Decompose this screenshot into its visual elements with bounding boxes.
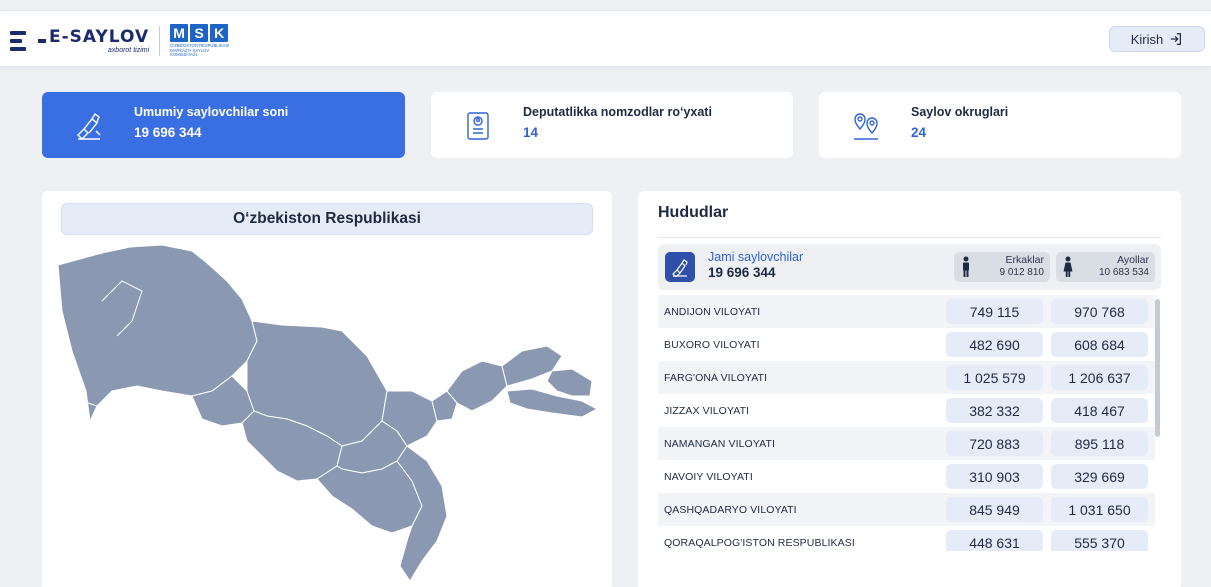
regions-divider: [658, 237, 1161, 238]
region-female-value: 555 370: [1051, 530, 1148, 551]
e-saylov-logo[interactable]: E-SAYLOV axborot tizimi M S K O'ZBEKISTO…: [10, 23, 232, 59]
total-value: 19 696 344: [708, 265, 776, 280]
voter-hand-icon: [77, 112, 101, 140]
stat-card-districts[interactable]: Saylov okruglari 24: [819, 92, 1181, 158]
region-female-value: 608 684: [1051, 332, 1148, 357]
region-female-value: 895 118: [1051, 431, 1148, 456]
male-total-box: Erkaklar 9 012 810: [954, 252, 1050, 282]
region-row-namangan[interactable]: NAMANGAN VILOYATI 720 883 895 118: [658, 427, 1155, 460]
region-row-qashqadaryo[interactable]: QASHQADARYO VILOYATI 845 949 1 031 650: [658, 493, 1155, 526]
male-icon: [963, 256, 969, 277]
female-total-box: Ayollar 10 683 534: [1056, 252, 1155, 282]
region-male-value: 845 949: [946, 497, 1043, 522]
stat-value: 24: [911, 124, 927, 140]
map-panel: O‘zbekiston Respublikasi: [42, 191, 612, 587]
map-region-andijon[interactable]: [546, 368, 593, 397]
region-name: ANDIJON VILOYATI: [664, 305, 761, 318]
top-header: E-SAYLOV axborot tizimi M S K O'ZBEKISTO…: [0, 10, 1211, 66]
region-male-value: 382 332: [946, 398, 1043, 423]
voter-hand-icon: [672, 259, 688, 277]
stat-card-voters[interactable]: Umumiy saylovchilar soni 19 696 344: [42, 92, 405, 158]
regions-list[interactable]: ANDIJON VILOYATI 749 115 970 768 BUXORO …: [658, 295, 1155, 551]
total-icon-box: [665, 252, 695, 282]
login-button[interactable]: Kirish: [1109, 26, 1205, 52]
stat-label: Umumiy saylovchilar soni: [134, 104, 289, 119]
region-row-fargona[interactable]: FARG'ONA VILOYATI 1 025 579 1 206 637: [658, 361, 1155, 394]
region-female-value: 970 768: [1051, 299, 1148, 324]
logo-divider: [159, 26, 161, 56]
region-row-qoraqalpogiston[interactable]: QORAQALPOG'ISTON RESPUBLIKASI 448 631 55…: [658, 526, 1155, 551]
female-label: Ayollar: [1117, 254, 1149, 266]
msk-subtitle: O'ZBEKISTON RESPUBLIKASI MARKAZIY SAYLOV…: [170, 43, 230, 58]
region-male-value: 1 025 579: [946, 365, 1043, 390]
login-arrow-icon: [1171, 33, 1182, 45]
region-male-value: 448 631: [946, 530, 1043, 551]
region-name: QASHQADARYO VILOYATI: [664, 503, 797, 516]
region-row-andijon[interactable]: ANDIJON VILOYATI 749 115 970 768: [658, 295, 1155, 328]
region-name: BUXORO VILOYATI: [664, 338, 760, 351]
stat-label: Saylov okruglari: [911, 104, 1009, 119]
region-female-value: 329 669: [1051, 464, 1148, 489]
map-title: O‘zbekiston Respublikasi: [61, 203, 593, 235]
login-label: Kirish: [1130, 31, 1164, 47]
stat-value: 19 696 344: [134, 124, 202, 140]
region-row-jizzax[interactable]: JIZZAX VILOYATI 382 332 418 467: [658, 394, 1155, 427]
region-male-value: 310 903: [946, 464, 1043, 489]
region-female-value: 1 206 637: [1051, 365, 1148, 390]
region-name: NAVOIY VILOYATI: [664, 470, 753, 483]
regions-title: Hududlar: [658, 204, 729, 221]
region-female-value: 1 031 650: [1051, 497, 1148, 522]
uzbekistan-map: [57, 244, 599, 582]
region-name: NAMANGAN VILOYATI: [664, 437, 775, 450]
regions-panel: Hududlar Jami saylovchilar 19 696 344 Er…: [638, 191, 1181, 587]
total-label: Jami saylovchilar: [708, 250, 804, 264]
stat-value: 14: [523, 124, 539, 140]
logo-subtitle: axborot tizimi: [107, 46, 150, 54]
region-female-value: 418 467: [1051, 398, 1148, 423]
region-male-value: 720 883: [946, 431, 1043, 456]
logo-e-icon: [10, 29, 32, 53]
total-voters-row: Jami saylovchilar 19 696 344 Erkaklar 9 …: [658, 244, 1161, 290]
region-row-navoiy[interactable]: NAVOIY VILOYATI 310 903 329 669: [658, 460, 1155, 493]
map-pin-icon: [854, 113, 878, 140]
candidate-list-icon: [467, 112, 489, 140]
regions-scrollbar[interactable]: [1155, 299, 1160, 437]
female-icon: [1063, 256, 1073, 277]
msk-logo: M S K O'ZBEKISTON RESPUBLIKASI MARKAZIY …: [170, 24, 232, 58]
logo-text: E-SAYLOV: [49, 26, 150, 47]
region-row-buxoro[interactable]: BUXORO VILOYATI 482 690 608 684: [658, 328, 1155, 361]
stat-card-candidates[interactable]: Deputatlikka nomzodlar ro‘yxati 14: [431, 92, 793, 158]
region-name: JIZZAX VILOYATI: [664, 404, 750, 417]
male-value: 9 012 810: [999, 267, 1045, 278]
region-male-value: 749 115: [946, 299, 1043, 324]
region-name: QORAQALPOG'ISTON RESPUBLIKASI: [664, 536, 855, 549]
region-male-value: 482 690: [946, 332, 1043, 357]
stat-label: Deputatlikka nomzodlar ro‘yxati: [523, 104, 712, 119]
female-value: 10 683 534: [1098, 267, 1149, 278]
male-label: Erkaklar: [1005, 254, 1044, 266]
region-name: FARG'ONA VILOYATI: [664, 371, 768, 384]
